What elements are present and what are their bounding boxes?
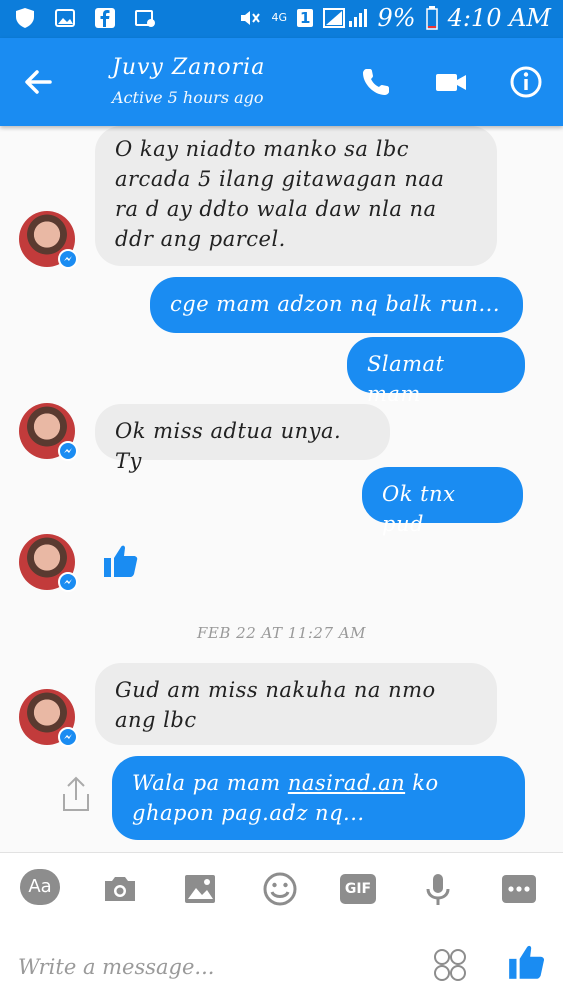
messenger-badge-icon [58, 441, 78, 461]
back-arrow-icon[interactable] [20, 64, 56, 100]
message-outgoing[interactable]: Slamat mam [347, 337, 525, 406]
microphone-icon[interactable] [418, 869, 458, 909]
phone-icon[interactable] [358, 64, 394, 100]
signal-icon [323, 8, 368, 28]
message-link[interactable]: nasirad.an [288, 771, 405, 795]
like-icon[interactable] [101, 541, 141, 581]
message-outgoing[interactable]: Wala pa mam nasirad.an ko ghapon pag.adz… [112, 756, 525, 840]
conversation-header: Juvy Zanoria Active 5 hours ago [0, 38, 563, 126]
network-type: 4G [271, 11, 288, 24]
messenger-badge-icon [58, 727, 78, 747]
camera-icon[interactable] [100, 869, 140, 909]
emoji-icon[interactable] [260, 869, 300, 909]
message-incoming[interactable]: O kay niadto manko sa lbc arcada 5 ilang… [95, 126, 497, 266]
facebook-icon [95, 8, 115, 28]
text-format-button[interactable]: Aa [20, 869, 60, 905]
messenger-badge-icon [58, 572, 78, 592]
contact-avatar[interactable] [19, 403, 78, 461]
gallery-icon [135, 10, 155, 27]
contact-name[interactable]: Juvy Zanoria [112, 55, 265, 80]
more-icon[interactable] [499, 869, 539, 909]
contact-avatar[interactable] [19, 689, 78, 747]
share-icon[interactable] [58, 774, 94, 814]
stickers-icon[interactable] [432, 947, 468, 983]
message-text: Wala pa mam [132, 771, 288, 795]
composer-bar: Aa GIF [0, 852, 563, 1000]
sim-indicator: 1 [297, 9, 314, 27]
message-outgoing[interactable]: cge mam adzon nq balk run... [150, 277, 523, 333]
message-incoming[interactable]: Gud am miss nakuha na nmo ang lbc [95, 663, 497, 745]
contact-avatar[interactable] [19, 211, 78, 269]
status-bar: 4G 1 9% 4:10 AM [0, 0, 563, 38]
contact-status: Active 5 hours ago [112, 88, 264, 107]
video-camera-icon[interactable] [433, 64, 469, 100]
battery-percent: 9% [377, 4, 416, 32]
clock: 4:10 AM [447, 4, 551, 32]
battery-icon [425, 6, 438, 30]
image-icon [55, 9, 75, 27]
like-icon[interactable] [506, 941, 548, 983]
message-input[interactable] [18, 947, 408, 987]
message-outgoing[interactable]: Ok tnx pud [362, 467, 523, 536]
info-icon[interactable] [508, 64, 544, 100]
shield-icon [16, 8, 34, 28]
message-thread[interactable]: O kay niadto manko sa lbc arcada 5 ilang… [0, 126, 563, 852]
timestamp-divider: FEB 22 AT 11:27 AM [197, 624, 366, 642]
messenger-badge-icon [58, 249, 78, 269]
mute-icon [240, 11, 260, 25]
message-incoming[interactable]: Ok miss adtua unya. Ty [95, 404, 390, 473]
image-icon[interactable] [180, 869, 220, 909]
contact-avatar[interactable] [19, 534, 78, 592]
gif-button[interactable]: GIF [340, 874, 376, 904]
